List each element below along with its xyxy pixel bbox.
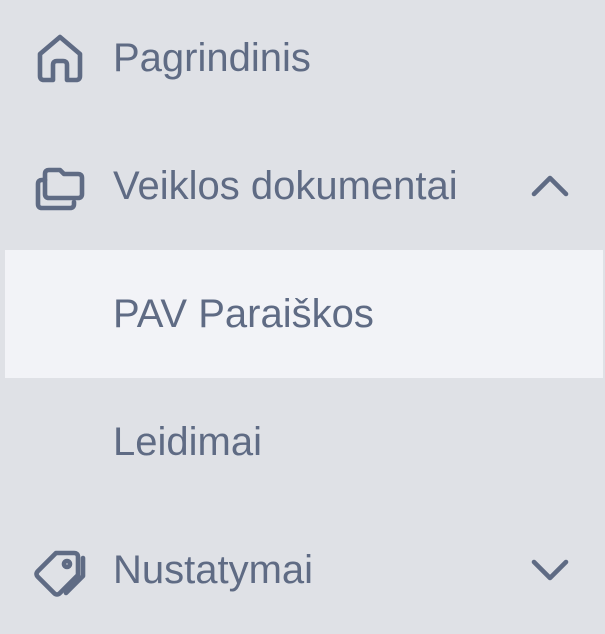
sidebar-item-pagrindinis[interactable]: Pagrindinis xyxy=(5,0,603,122)
chevron-up-icon[interactable] xyxy=(525,161,575,211)
sidebar-subitem-pav-paraiskos[interactable]: PAV Paraiškos xyxy=(5,250,603,378)
folders-icon xyxy=(30,156,90,216)
sidebar-item-label: Pagrindinis xyxy=(113,36,311,80)
sidebar-item-label: Veiklos dokumentai xyxy=(113,164,458,208)
sidebar-item-label: Nustatymai xyxy=(113,548,314,592)
sidebar-item-nustatymai[interactable]: Nustatymai xyxy=(5,506,603,634)
sidebar-subitem-label: Leidimai xyxy=(113,420,262,464)
sidebar-menu: Pagrindinis Veiklos dokumentai PAV Parai… xyxy=(0,0,605,616)
chevron-down-icon[interactable] xyxy=(525,545,575,595)
home-icon xyxy=(30,28,90,88)
tags-icon xyxy=(30,540,90,600)
sidebar-subitem-leidimai[interactable]: Leidimai xyxy=(5,378,603,506)
sidebar-item-veiklos-dokumentai[interactable]: Veiklos dokumentai xyxy=(5,122,603,250)
sidebar-subitem-label: PAV Paraiškos xyxy=(113,292,374,336)
